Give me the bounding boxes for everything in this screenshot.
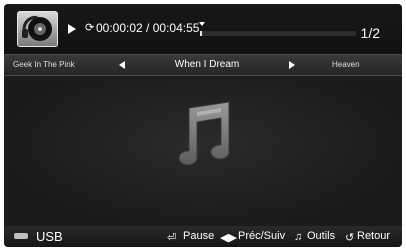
previous-track-title[interactable]: Geek In The Pink [13, 60, 75, 69]
music-note-icon [178, 101, 230, 166]
page-indicator: 1/2 [360, 25, 380, 41]
player-header: ⟳ 00:00:02 / 00:04:55 1/2 [4, 4, 402, 54]
source-label: USB [36, 229, 63, 244]
return-hint[interactable]: Retour [357, 230, 390, 242]
tools-icon: ♫ [294, 231, 303, 243]
track-navigation: Geek In The Pink When I Dream Heaven [4, 54, 402, 76]
progress-marker [199, 22, 205, 26]
player-window: ⟳ 00:00:02 / 00:04:55 1/2 Geek In The Pi… [4, 4, 402, 247]
previous-arrow-icon[interactable] [119, 61, 125, 69]
enter-key-icon: ⏎ [167, 232, 177, 244]
progress-fill [200, 31, 202, 36]
usb-icon [14, 233, 28, 239]
tools-hint[interactable]: Outils [307, 230, 335, 242]
cd-headphones-icon [22, 15, 52, 41]
album-art-thumbnail [17, 11, 58, 47]
prev-next-hint[interactable]: Préc/Suiv [238, 230, 285, 242]
current-track-title: When I Dream [174, 59, 240, 70]
return-icon: ↺ [345, 232, 355, 244]
total-duration: 00:04:55 [152, 21, 200, 35]
progress-bar[interactable] [200, 31, 356, 36]
pause-hint[interactable]: Pause [183, 230, 214, 242]
repeat-icon: ⟳ [85, 22, 95, 34]
next-arrow-icon[interactable] [289, 61, 295, 69]
next-track-title[interactable]: Heaven [332, 60, 360, 69]
time-separator: / [142, 21, 153, 35]
elapsed-time: 00:00:02 [96, 21, 143, 35]
play-status-icon [68, 24, 76, 34]
left-right-arrows-icon: ◀▶ [220, 232, 237, 244]
playback-time: 00:00:02 / 00:04:55 [96, 21, 199, 35]
footer-bar: USB ⏎ Pause ◀▶ Préc/Suiv ♫ Outils ↺ Reto… [4, 226, 402, 247]
now-playing-area [4, 76, 402, 226]
